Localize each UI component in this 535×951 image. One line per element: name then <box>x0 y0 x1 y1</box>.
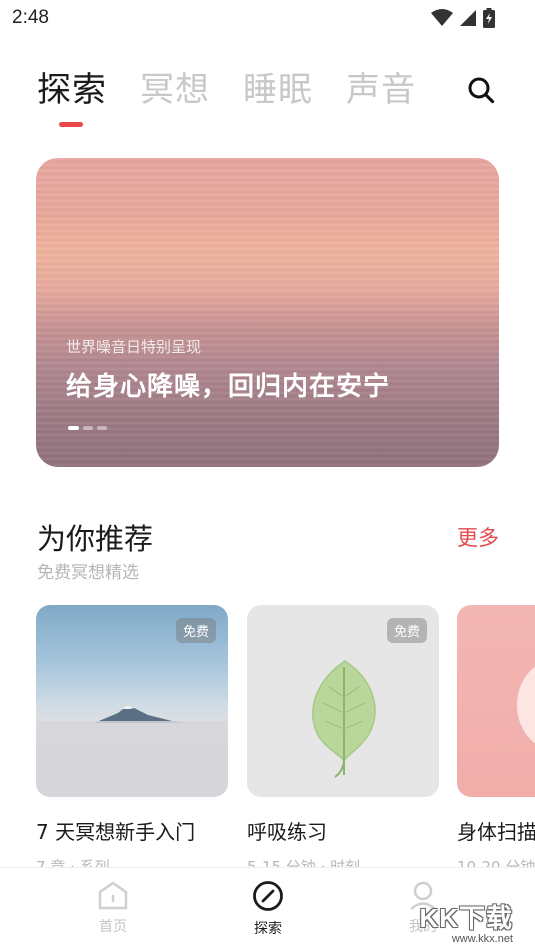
search-icon[interactable] <box>467 76 495 104</box>
banner-subtitle: 世界噪音日特别呈现 <box>66 338 202 356</box>
card-image-leaf: 免费 <box>247 605 439 797</box>
featured-banner[interactable]: 世界噪音日特别呈现 给身心降噪，回归内在安宁 <box>36 158 499 467</box>
top-tab-bar: 探索 冥想 睡眠 声音 <box>37 70 416 110</box>
nav-item-home[interactable]: 首页 <box>73 880 153 936</box>
carousel-dot <box>83 426 93 430</box>
tab-explore[interactable]: 探索 <box>37 70 107 110</box>
tab-sleep[interactable]: 睡眠 <box>243 70 313 110</box>
free-badge: 免费 <box>175 618 216 643</box>
course-card[interactable]: 免费 呼吸练习 5-15 分钟 · 时刻 <box>247 605 439 877</box>
battery-charging-icon <box>483 8 495 28</box>
nav-item-explore[interactable]: 探索 <box>228 880 308 938</box>
compass-icon <box>253 881 283 911</box>
watermark: KK下载 www.kkx.net <box>419 898 513 945</box>
card-title: 7 天冥想新手入门 <box>36 820 196 844</box>
tab-sound[interactable]: 声音 <box>346 70 416 110</box>
card-title: 呼吸练习 <box>247 820 327 844</box>
tab-meditation[interactable]: 冥想 <box>140 70 210 110</box>
carousel-dot <box>97 426 107 430</box>
section-title: 为你推荐 <box>37 522 154 556</box>
status-icons <box>431 8 495 28</box>
nav-label: 首页 <box>99 919 127 935</box>
course-card[interactable]: 身体扫描 10-20 分钟 <box>457 605 535 877</box>
active-tab-indicator <box>59 122 83 127</box>
card-image-pink <box>457 605 535 797</box>
status-time: 2:48 <box>12 7 49 28</box>
watermark-text: KK下载 <box>419 903 513 933</box>
nav-label: 探索 <box>254 921 282 937</box>
card-title: 身体扫描 <box>457 820 535 844</box>
status-bar: 2:48 <box>0 0 535 36</box>
free-badge: 免费 <box>386 618 427 643</box>
more-link[interactable]: 更多 <box>457 522 499 552</box>
banner-title: 给身心降噪，回归内在安宁 <box>66 372 391 402</box>
section-subtitle: 免费冥想精选 <box>37 563 139 583</box>
carousel-indicator <box>68 426 107 430</box>
home-icon <box>98 881 128 910</box>
card-image-mountain: 免费 <box>36 605 228 797</box>
signal-icon <box>460 10 476 26</box>
carousel-dot-active <box>68 426 79 430</box>
wifi-icon <box>431 9 453 26</box>
course-card[interactable]: 免费 7 天冥想新手入门 7 章 · 系列 <box>36 605 228 877</box>
